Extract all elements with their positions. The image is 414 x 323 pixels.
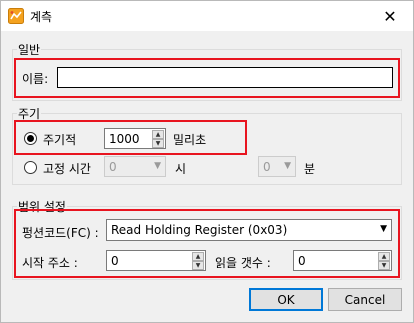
function-code-select[interactable]: Read Holding Register (0x03) ▼ <box>106 219 392 241</box>
window-title: 계측 <box>30 10 53 24</box>
ok-button[interactable]: OK <box>249 288 323 311</box>
title-bar: 계측 ✕ <box>1 1 413 31</box>
chevron-down-icon: ▼ <box>380 224 387 234</box>
close-icon[interactable]: ✕ <box>367 1 413 31</box>
periodic-label: 주기적 <box>43 133 77 147</box>
fixed-minute-select[interactable]: 0 ▼ <box>258 156 296 177</box>
start-address-label: 시작 주소 : <box>22 256 78 270</box>
spin-up-icon[interactable]: ▲ <box>378 252 390 261</box>
chevron-down-icon: ▼ <box>284 161 291 171</box>
fixed-hour-select[interactable]: 0 ▼ <box>104 156 166 177</box>
fixed-minute-unit: 분 <box>304 162 316 176</box>
fixed-time-radio[interactable] <box>24 161 37 174</box>
chevron-down-icon: ▼ <box>154 161 161 171</box>
spin-down-icon[interactable]: ▼ <box>378 261 390 270</box>
read-count-label: 읽을 갯수 : <box>215 256 271 270</box>
fixed-hour-unit: 시 <box>175 162 187 176</box>
fixed-minute-value: 0 <box>263 160 271 174</box>
fixed-time-label: 고정 시간 <box>43 162 91 176</box>
name-input[interactable] <box>57 67 393 88</box>
fixed-hour-value: 0 <box>109 160 117 174</box>
spin-up-icon[interactable]: ▲ <box>152 130 164 139</box>
spin-down-icon[interactable]: ▼ <box>192 261 204 270</box>
periodic-interval-value: 1000 <box>109 132 140 146</box>
dialog-window: 계측 ✕ 일반 이름: 주기 주기적 1000 ▲ ▼ 밀리초 고정 시간 0 … <box>0 0 414 323</box>
start-address-stepper[interactable]: 0 ▲ ▼ <box>106 250 206 271</box>
function-code-label: 펑션코드(FC) : <box>22 226 99 240</box>
cancel-button[interactable]: Cancel <box>328 288 402 311</box>
general-group-title: 일반 <box>17 41 42 58</box>
read-count-stepper[interactable]: 0 ▲ ▼ <box>293 250 392 271</box>
start-address-value: 0 <box>111 254 119 268</box>
spin-up-icon[interactable]: ▲ <box>192 252 204 261</box>
periodic-unit-label: 밀리초 <box>173 133 207 147</box>
periodic-interval-stepper[interactable]: 1000 ▲ ▼ <box>104 128 166 149</box>
spin-down-icon[interactable]: ▼ <box>152 139 164 148</box>
name-label: 이름: <box>22 72 49 86</box>
periodic-radio[interactable] <box>24 132 37 145</box>
app-icon <box>8 8 24 24</box>
function-code-value: Read Holding Register (0x03) <box>111 223 288 237</box>
read-count-value: 0 <box>298 254 306 268</box>
